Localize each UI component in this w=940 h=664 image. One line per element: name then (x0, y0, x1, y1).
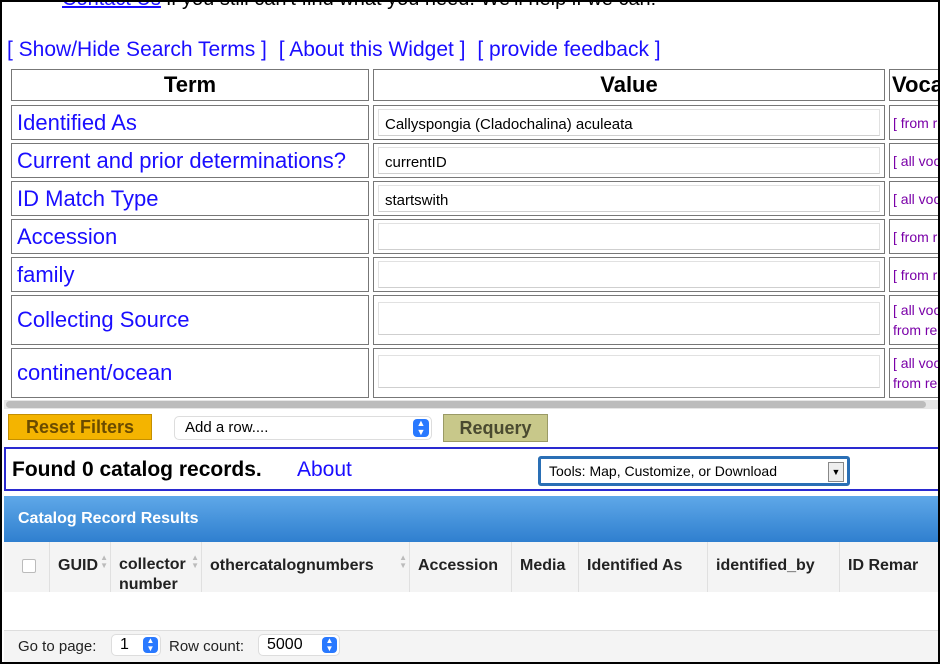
column-header-term: Term (11, 69, 369, 101)
found-records-bar: Found 0 catalog records. About Tools: Ma… (4, 447, 938, 491)
help-note-text: if you still can't find what you need. W… (161, 2, 656, 10)
family-input[interactable] (378, 261, 880, 288)
value-cell: startswith (373, 181, 885, 216)
add-row-select[interactable]: Add a row.... ▲ ▼ (174, 416, 432, 440)
vocab-link[interactable]: from re (893, 373, 938, 393)
term-collecting-source[interactable]: Collecting Source (11, 295, 369, 345)
accession-input[interactable] (378, 223, 880, 250)
row-count-select[interactable]: 5000 ▲ ▼ (258, 634, 340, 656)
results-column-headers: GUID ▲ ▼ collector number ▲ ▼ othercatalognu… (4, 542, 938, 593)
vocab-link[interactable]: [ from r (893, 265, 938, 285)
tools-select-value: Tools: Map, Customize, or Download (549, 463, 777, 479)
term-id-match-type[interactable]: ID Match Type (11, 181, 369, 216)
browser-viewport: Contact Us if you still can't find what … (0, 0, 940, 664)
sort-arrows-icon: ▲ ▼ (100, 553, 108, 570)
value-cell: currentID (373, 143, 885, 178)
chevron-down-icon: ▼ (828, 462, 844, 482)
value-cell (373, 348, 885, 398)
requery-button[interactable]: Requery (443, 414, 548, 442)
help-note: Contact Us if you still can't find what … (62, 2, 656, 11)
select-all-column (4, 542, 50, 592)
vocab-link[interactable]: [ all voc (893, 151, 938, 171)
contact-us-link[interactable]: Contact Us (62, 2, 161, 10)
select-all-checkbox[interactable] (22, 559, 36, 573)
col-media[interactable]: Media (512, 542, 579, 592)
term-family[interactable]: family (11, 257, 369, 292)
results-body (4, 592, 938, 630)
results-pager: Go to page: 1 ▲ ▼ Row count: 5000 ▲ ▼ (4, 630, 938, 662)
row-count-label: Row count: (169, 638, 245, 655)
vocab-cell: [ from r (889, 219, 938, 254)
sort-arrows-icon: ▲ ▼ (399, 553, 407, 570)
scrollbar-thumb[interactable] (6, 401, 926, 408)
determinations-input[interactable]: currentID (378, 147, 880, 174)
vocab-cell: [ from r (889, 105, 938, 140)
value-cell (373, 219, 885, 254)
vocab-cell: [ from r (889, 257, 938, 292)
value-cell: Callyspongia (Cladochalina) aculeata (373, 105, 885, 140)
col-accession[interactable]: Accession (410, 542, 512, 592)
term-current-prior-determinations[interactable]: Current and prior determinations? (11, 143, 369, 178)
id-match-type-input[interactable]: startswith (378, 185, 880, 212)
value-cell (373, 257, 885, 292)
page-select[interactable]: 1 ▲ ▼ (111, 634, 161, 656)
sort-arrows-icon: ▲ ▼ (191, 553, 199, 570)
about-link[interactable]: About (297, 458, 352, 482)
col-id-remarks[interactable]: ID Remar (840, 542, 938, 592)
vocab-link[interactable]: [ from r (893, 113, 938, 133)
chevron-updown-icon: ▲ ▼ (143, 637, 158, 653)
term-accession[interactable]: Accession (11, 219, 369, 254)
vocab-cell: [ all voc (889, 181, 938, 216)
vocab-link[interactable]: [ all voc (893, 353, 938, 373)
column-header-vocab: Voca (889, 69, 938, 101)
show-hide-search-terms-link[interactable]: [ Show/Hide Search Terms ] (7, 38, 267, 61)
vocab-link[interactable]: from re (893, 320, 938, 340)
collecting-source-input[interactable] (378, 302, 880, 335)
vocab-link[interactable]: [ all voc (893, 189, 938, 209)
chevron-updown-icon: ▲ ▼ (413, 419, 429, 437)
about-widget-link[interactable]: [ About this Widget ] (279, 38, 466, 61)
continent-ocean-input[interactable] (378, 355, 880, 388)
chevron-updown-icon: ▲ ▼ (322, 637, 337, 653)
found-records-count: Found 0 catalog records. (12, 458, 262, 481)
col-identified-by[interactable]: identified_by (708, 542, 840, 592)
vocab-link[interactable]: [ from r (893, 227, 938, 247)
results-panel-title: Catalog Record Results (4, 496, 938, 542)
identified-as-input[interactable]: Callyspongia (Cladochalina) aculeata (378, 109, 880, 136)
column-header-value: Value (373, 69, 885, 101)
goto-page-label: Go to page: (18, 638, 97, 655)
add-row-value: Add a row.... (185, 419, 269, 436)
tools-select[interactable]: Tools: Map, Customize, or Download ▼ (538, 456, 850, 486)
vocab-link[interactable]: [ all voc (893, 300, 938, 320)
col-identified-as[interactable]: Identified As (579, 542, 708, 592)
vocab-cell: [ all voc (889, 143, 938, 178)
term-continent-ocean[interactable]: continent/ocean (11, 348, 369, 398)
vocab-cell: [ all voc from re (889, 295, 938, 345)
col-othercatalognumbers[interactable]: othercatalognumbers ▲ ▼ (202, 542, 410, 592)
col-guid[interactable]: GUID ▲ ▼ (50, 542, 111, 592)
value-cell (373, 295, 885, 345)
vocab-cell: [ all voc from re (889, 348, 938, 398)
reset-filters-button[interactable]: Reset Filters (8, 414, 152, 440)
col-collector-number[interactable]: collector number ▲ ▼ (111, 542, 202, 592)
widget-links: [ Show/Hide Search Terms ] [ About this … (7, 38, 667, 62)
provide-feedback-link[interactable]: [ provide feedback ] (477, 38, 660, 61)
term-identified-as[interactable]: Identified As (11, 105, 369, 140)
